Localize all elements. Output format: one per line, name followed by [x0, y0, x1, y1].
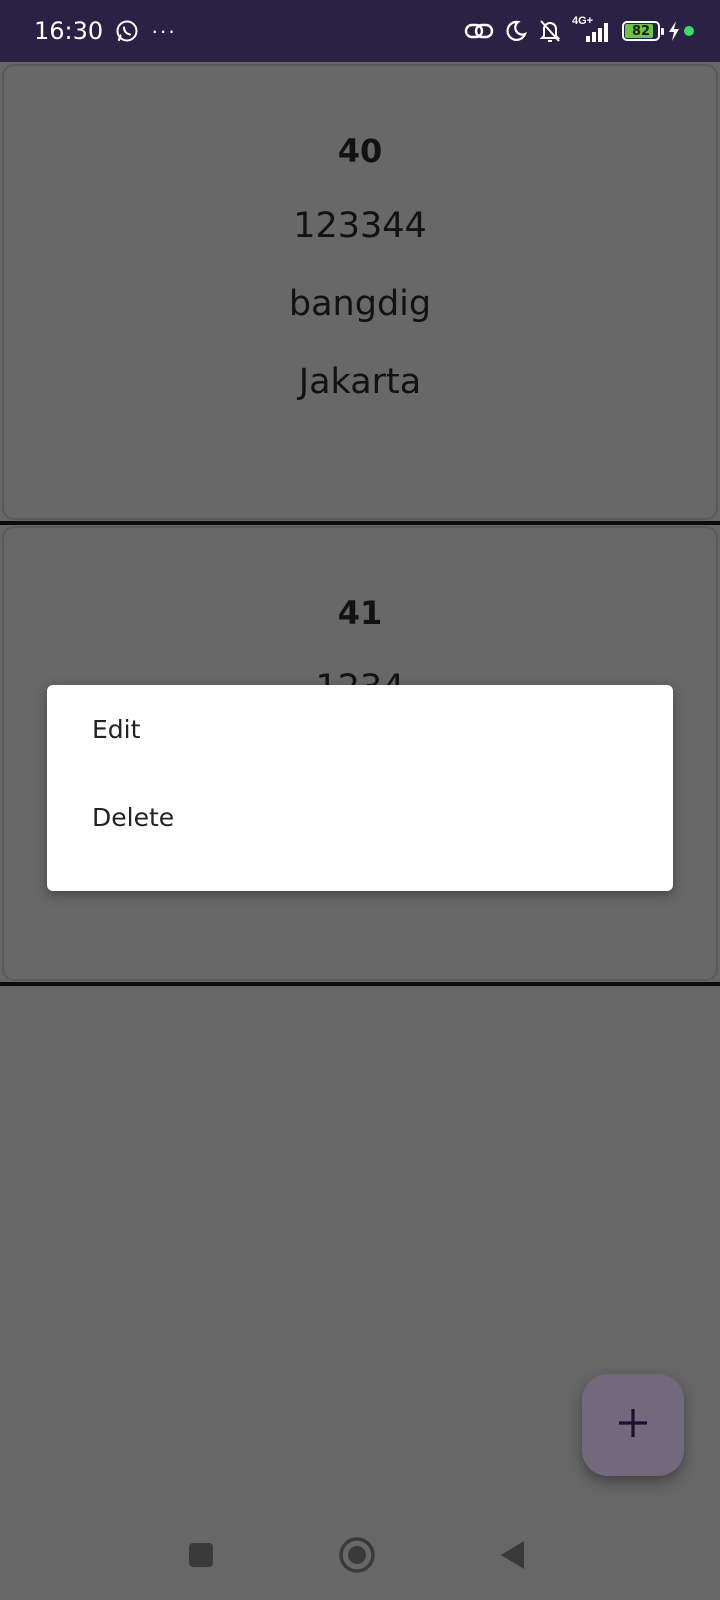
- do-not-disturb-moon-icon: [504, 19, 528, 43]
- card-divider: [0, 521, 720, 525]
- battery-level: 82: [631, 23, 651, 39]
- notifications-off-icon: [538, 18, 562, 44]
- active-dot-icon: [684, 26, 694, 36]
- status-bar-right: 4G+ 82: [464, 16, 694, 44]
- record-id: 41: [337, 594, 383, 632]
- whatsapp-icon: [115, 19, 139, 43]
- record-id: 40: [337, 132, 383, 170]
- record-number: 123344: [293, 206, 427, 246]
- menu-item-delete[interactable]: Delete: [47, 773, 673, 861]
- back-triangle-icon[interactable]: [492, 1534, 534, 1576]
- status-bar: 16:30 ··· 4G+ 82: [0, 0, 720, 62]
- menu-item-edit[interactable]: Edit: [47, 685, 673, 773]
- battery-icon: 82: [622, 21, 664, 41]
- record-card[interactable]: 40 123344 bangdig Jakarta: [2, 64, 718, 520]
- more-notifications-icon: ···: [151, 18, 177, 43]
- home-circle-icon[interactable]: [336, 1534, 378, 1576]
- link-icon: [464, 19, 494, 43]
- recents-square-icon[interactable]: [180, 1534, 222, 1576]
- record-name: bangdig: [288, 284, 432, 324]
- plus-icon: [616, 1406, 650, 1445]
- charging-bolt-icon: [668, 21, 680, 41]
- status-bar-left: 16:30 ···: [34, 17, 176, 45]
- add-record-button[interactable]: [582, 1374, 684, 1476]
- signal-icon: 4G+: [572, 16, 612, 44]
- status-time: 16:30: [34, 17, 104, 45]
- navigation-bar: [0, 1510, 720, 1600]
- context-menu: Edit Delete: [47, 685, 673, 891]
- card-divider: [0, 982, 720, 986]
- record-city: Jakarta: [298, 362, 422, 402]
- battery-tip: [661, 28, 664, 35]
